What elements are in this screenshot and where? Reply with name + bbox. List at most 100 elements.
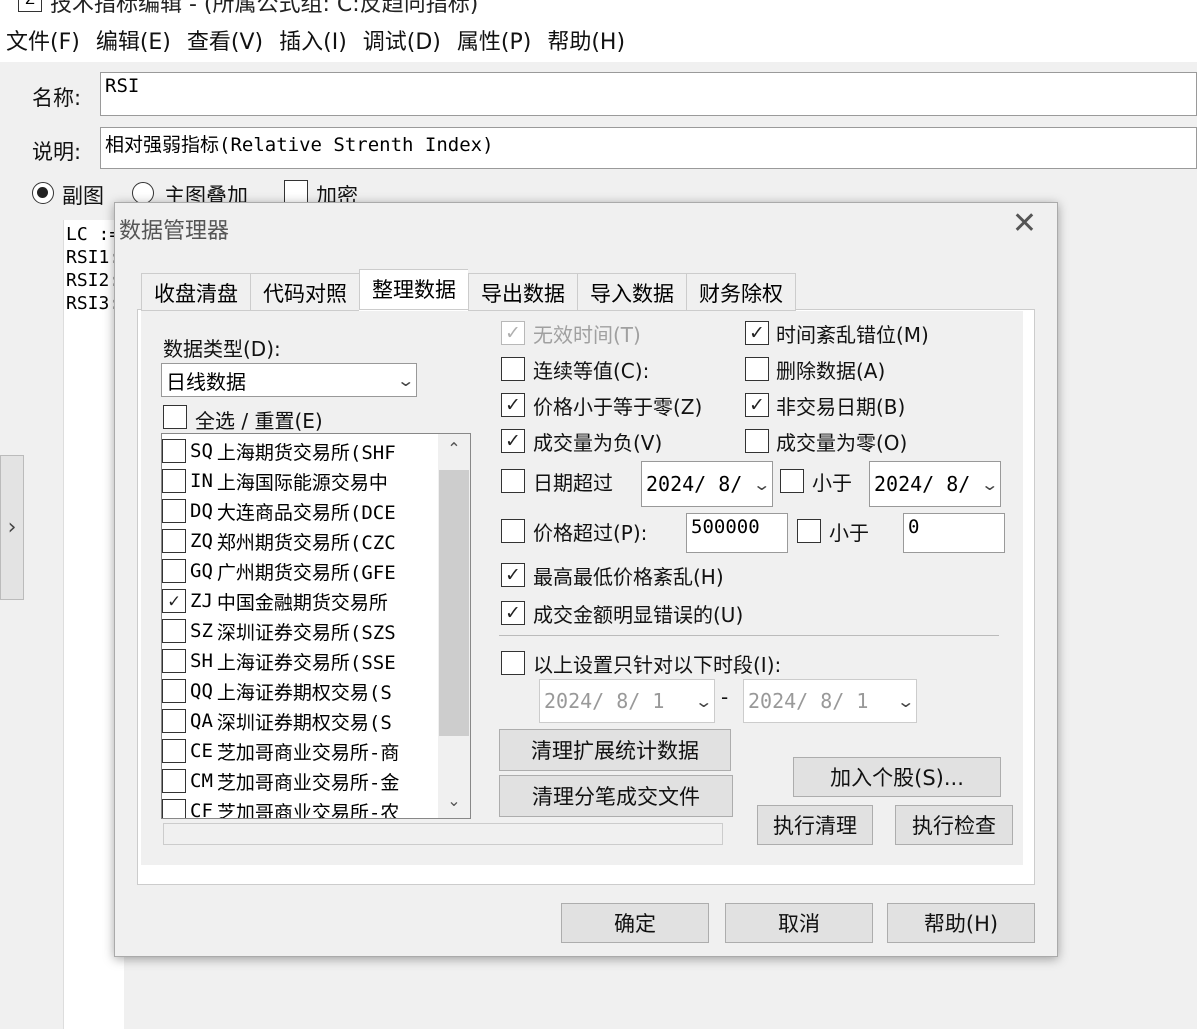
delete-data-label: 删除数据(A) (776, 359, 886, 383)
list-item[interactable]: CM 芝加哥商业交易所-金 (162, 766, 440, 796)
time-disorder-checkbox[interactable]: ✓ (745, 321, 769, 345)
tab[interactable]: 导入数据 (577, 273, 686, 311)
price-exceed-label: 价格超过(P): (533, 521, 648, 545)
menu-item[interactable]: 属性(P) (451, 26, 537, 60)
list-item[interactable]: ✓ ZJ 中国金融期货交易所 (162, 586, 440, 616)
exchange-checkbox[interactable] (162, 559, 186, 583)
date-less-label: 小于 (812, 471, 852, 495)
exchange-checkbox[interactable] (162, 769, 186, 793)
window-title: 技术指标编辑 - (所属公式组: C:反趋向指标) (50, 0, 479, 17)
tab[interactable]: 整理数据 (359, 269, 468, 309)
date-exceed-picker[interactable]: 2024/ 8/ ⌄ (641, 461, 773, 507)
exchange-checkbox[interactable] (162, 529, 186, 553)
list-item[interactable]: ZQ 郑州期货交易所(CZC (162, 526, 440, 556)
period-dash: - (721, 685, 729, 709)
run-clean-button[interactable]: 执行清理 (757, 805, 873, 845)
help-button[interactable]: 帮助(H) (887, 903, 1035, 943)
menu-item[interactable]: 帮助(H) (541, 26, 631, 60)
clear-tick-files-button[interactable]: 清理分笔成交文件 (499, 775, 733, 817)
tab[interactable]: 收盘清盘 (141, 273, 250, 311)
horizontal-scrollbar[interactable] (163, 823, 723, 845)
amount-error-checkbox[interactable]: ✓ (501, 601, 525, 625)
description-input[interactable]: 相对强弱指标(Relative Strenth Index) (100, 127, 1197, 169)
exchange-checkbox[interactable] (162, 679, 186, 703)
price-exceed-input[interactable]: 500000 (686, 513, 788, 553)
exchange-checkbox[interactable]: ✓ (162, 589, 186, 613)
main-overlay-radio[interactable] (132, 182, 154, 204)
delete-data-checkbox[interactable] (745, 357, 769, 381)
date-exceed-checkbox[interactable] (501, 469, 525, 493)
exchange-checkbox[interactable] (162, 739, 186, 763)
list-item[interactable]: CE 芝加哥商业交易所-商 (162, 736, 440, 766)
menu-item[interactable]: 查看(V) (181, 26, 269, 60)
date-less-picker[interactable]: 2024/ 8/ ⌄ (869, 461, 1001, 507)
cancel-button[interactable]: 取消 (725, 903, 873, 943)
menu-item[interactable]: 插入(I) (273, 26, 353, 60)
non-trading-day-checkbox[interactable]: ✓ (745, 393, 769, 417)
menu-item[interactable]: 编辑(E) (90, 26, 177, 60)
menu-item[interactable]: 调试(D) (357, 26, 447, 60)
list-item[interactable]: CF 芝加哥商业交易所-农 (162, 796, 440, 819)
exchange-name: 上海证券期权交易(S (216, 681, 392, 704)
list-item[interactable]: QQ 上海证券期权交易(S (162, 676, 440, 706)
volume-zero-checkbox[interactable] (745, 429, 769, 453)
exchange-list[interactable]: CF 芝加哥商业交易所-农 CM 芝加哥商业交易所-金 CE 芝加哥商业交易所-商 QA 深圳… (161, 433, 471, 819)
non-trading-day-label: 非交易日期(B) (776, 395, 906, 419)
exchange-checkbox[interactable] (162, 619, 186, 643)
scroll-up-icon[interactable]: ⌃ (438, 434, 470, 464)
list-item[interactable]: GQ 广州期货交易所(GFE (162, 556, 440, 586)
exchange-checkbox[interactable] (162, 439, 186, 463)
run-check-button[interactable]: 执行检查 (895, 805, 1013, 845)
data-type-select[interactable]: 日线数据 ⌄ (161, 363, 417, 397)
exchange-checkbox[interactable] (162, 469, 186, 493)
price-less-checkbox[interactable] (797, 519, 821, 543)
high-low-disorder-label: 最高最低价格紊乱(H) (533, 565, 724, 589)
ok-button[interactable]: 确定 (561, 903, 709, 943)
high-low-disorder-checkbox[interactable]: ✓ (501, 563, 525, 587)
exchange-code: SZ (190, 620, 213, 642)
scroll-down-icon[interactable]: ⌄ (438, 786, 470, 816)
list-item[interactable]: SZ 深圳证券交易所(SZS (162, 616, 440, 646)
list-scrollbar[interactable]: ⌃ ⌄ (438, 434, 470, 818)
exchange-code: CE (190, 740, 213, 762)
continuous-equal-checkbox[interactable] (501, 357, 525, 381)
list-item[interactable]: SQ 上海期货交易所(SHF (162, 436, 440, 466)
price-exceed-checkbox[interactable] (501, 519, 525, 543)
code-line: LC := (66, 224, 121, 245)
price-le-zero-label: 价格小于等于零(Z) (533, 395, 703, 419)
name-input[interactable]: RSI (100, 72, 1197, 116)
price-less-label: 小于 (829, 521, 869, 545)
select-all-checkbox[interactable] (163, 405, 187, 429)
period-from-picker: 2024/ 8/ 1 ⌄ (539, 679, 715, 723)
menu-item[interactable]: 文件(F) (0, 26, 86, 60)
exchange-code: ZJ (190, 590, 213, 612)
code-line: RSI3: (66, 293, 121, 314)
price-less-input[interactable]: 0 (903, 513, 1005, 553)
list-item[interactable]: IN 上海国际能源交易中 (162, 466, 440, 496)
list-item[interactable]: QA 深圳证券期权交易(S (162, 706, 440, 736)
date-less-checkbox[interactable] (780, 469, 804, 493)
tab[interactable]: 代码对照 (250, 273, 359, 311)
price-le-zero-checkbox[interactable]: ✓ (501, 393, 525, 417)
volume-negative-checkbox[interactable]: ✓ (501, 429, 525, 453)
exchange-checkbox[interactable] (162, 649, 186, 673)
exchange-checkbox[interactable] (162, 709, 186, 733)
tab[interactable]: 导出数据 (468, 273, 577, 311)
side-expand-tab[interactable]: › (0, 455, 24, 600)
tab[interactable]: 财务除权 (686, 273, 796, 311)
add-stock-button[interactable]: 加入个股(S)... (793, 757, 1001, 797)
period-only-checkbox[interactable] (501, 651, 525, 675)
exchange-name: 上海证券交易所(SSE (216, 651, 396, 674)
list-item[interactable]: DQ 大连商品交易所(DCE (162, 496, 440, 526)
subchart-radio[interactable] (32, 182, 54, 204)
clear-ext-stats-button[interactable]: 清理扩展统计数据 (499, 729, 731, 771)
menu-bar: 文件(F) 编辑(E) 查看(V) 插入(I) 调试(D) 属性(P) 帮助(H) (0, 26, 631, 60)
exchange-checkbox[interactable] (162, 799, 186, 818)
encrypt-checkbox[interactable] (284, 180, 308, 204)
exchange-code: CF (190, 800, 213, 819)
list-item[interactable]: SH 上海证券交易所(SSE (162, 646, 440, 676)
exchange-checkbox[interactable] (162, 499, 186, 523)
scroll-thumb[interactable] (439, 470, 469, 736)
close-icon[interactable]: ✕ (1012, 209, 1037, 239)
dialog-title: 数据管理器 (119, 219, 230, 244)
